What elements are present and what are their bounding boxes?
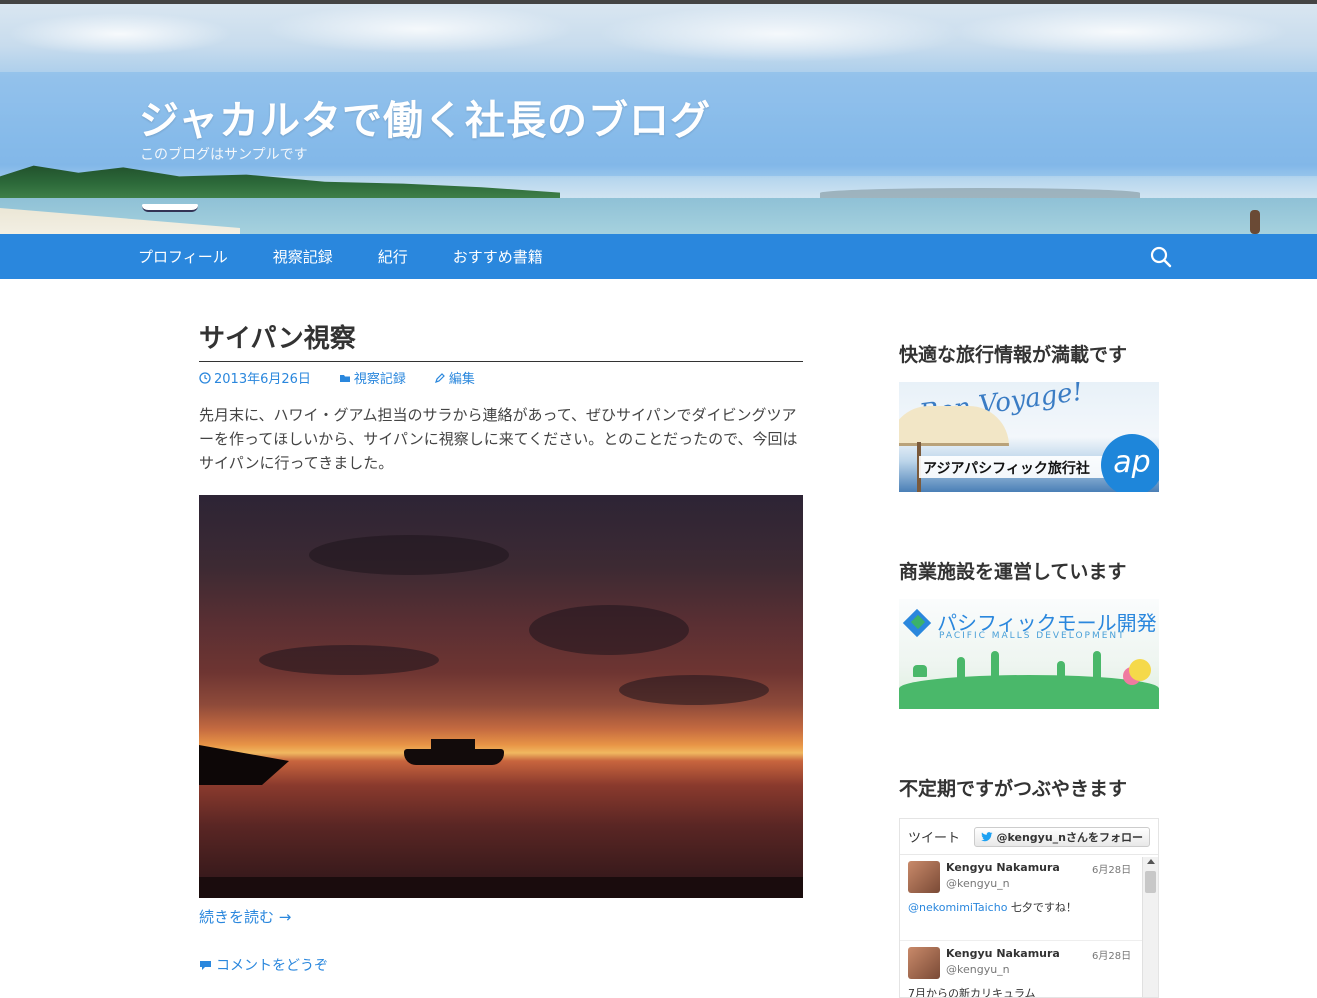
asia-pacific-travel-banner[interactable]: Bon Voyage! アジアパシフィック旅行社 ap <box>899 382 1159 492</box>
comment-icon <box>200 961 211 970</box>
person-figure <box>991 651 999 681</box>
banner-label: アジアパシフィック旅行社 <box>923 461 1090 477</box>
folder-icon <box>339 374 350 382</box>
pencil-icon <box>434 372 445 383</box>
scrollbar-thumb[interactable] <box>1145 871 1156 893</box>
avatar[interactable] <box>908 861 940 893</box>
widget-title-travel: 快適な旅行情報が満載です <box>899 344 1128 366</box>
tweet-mention-link[interactable]: @nekomimiTaicho <box>908 901 1007 914</box>
pacific-malls-banner[interactable]: パシフィックモール開発 PACIFIC MALLS DEVELOPMENT <box>899 599 1159 709</box>
search-icon[interactable] <box>1150 246 1172 268</box>
tweet-body: 七夕ですね！ <box>1007 901 1077 914</box>
tweet-author-handle[interactable]: @kengyu_n <box>946 877 1010 890</box>
pacific-malls-subtitle: PACIFIC MALLS DEVELOPMENT <box>939 631 1126 641</box>
ap-logo: ap <box>1101 434 1159 492</box>
widget-title-mall: 商業施設を運営しています <box>899 561 1127 583</box>
person-figure <box>1093 651 1101 681</box>
post-edit-text: 編集 <box>448 372 475 387</box>
flower-graphic <box>1129 659 1151 681</box>
post-date[interactable]: 2013年6月26日 <box>199 368 311 387</box>
post-category-text: 視察記録 <box>353 372 406 387</box>
post: サイパン視察 2013年6月26日 視察記録 編集 先月末に、ハワイ・グアム担当… <box>199 318 803 975</box>
post-title[interactable]: サイパン視察 <box>199 318 803 362</box>
nav-item-inspection[interactable]: 視察記録 <box>273 246 333 267</box>
nav-item-profile[interactable]: プロフィール <box>138 246 228 267</box>
post-date-text: 2013年6月26日 <box>214 372 311 387</box>
sunset-photo <box>199 495 803 898</box>
header-boat <box>142 204 198 212</box>
scroll-up-arrow-icon[interactable] <box>1147 859 1155 864</box>
follow-button[interactable]: @kengyu_nさんをフォロー <box>974 826 1150 847</box>
tweet-item[interactable]: Kengyu Nakamura @kengyu_n 6月28日 @nekomim… <box>900 855 1158 941</box>
widget-title-twitter: 不定期ですがつぶやきます <box>899 778 1128 800</box>
twitter-bird-icon <box>981 831 993 841</box>
header-clouds <box>0 4 1317 76</box>
read-more-link[interactable]: 続きを読む → <box>199 906 803 927</box>
tweet-item[interactable]: Kengyu Nakamura @kengyu_n 6月28日 7月からの新カリ… <box>900 941 1158 997</box>
tweet-date[interactable]: 6月28日 <box>1092 947 1131 962</box>
photo-boat-left <box>199 745 289 785</box>
main-navigation: プロフィール 視察記録 紀行 おすすめ書籍 <box>0 234 1317 279</box>
person-figure <box>957 657 965 681</box>
tweet-author-name[interactable]: Kengyu Nakamura <box>946 861 1060 874</box>
header-far-island <box>820 188 1140 198</box>
tweet-text: @nekomimiTaicho 七夕ですね！ <box>908 899 1077 915</box>
photo-shore <box>199 877 803 898</box>
tweet-author-handle[interactable]: @kengyu_n <box>946 963 1010 976</box>
person-figure <box>1057 661 1065 681</box>
comments-link-text: コメントをどうぞ <box>216 958 328 974</box>
green-hill <box>899 675 1159 709</box>
follow-button-label: @kengyu_nさんをフォロー <box>996 830 1143 844</box>
tweet-scrollbar[interactable] <box>1142 857 1158 997</box>
post-edit[interactable]: 編集 <box>434 368 475 387</box>
nav-item-books[interactable]: おすすめ書籍 <box>453 246 543 267</box>
header-swimmer <box>1250 210 1260 234</box>
post-excerpt: 先月末に、ハワイ・グアム担当のサラから連絡があって、ぜひサイパンでダイビングツア… <box>199 406 798 472</box>
tweet-date[interactable]: 6月28日 <box>1092 861 1131 876</box>
twitter-widget-title: ツイート <box>908 831 961 846</box>
twitter-widget-header: ツイート @kengyu_nさんをフォロー <box>900 819 1158 855</box>
sidebar: 快適な旅行情報が満載です Bon Voyage! アジアパシフィック旅行社 ap… <box>899 340 1159 998</box>
photo-boat-center <box>404 749 504 765</box>
post-meta: 2013年6月26日 視察記録 編集 <box>199 368 803 387</box>
dog-figure <box>913 665 927 677</box>
site-title[interactable]: ジャカルタで働く社長のブログ <box>139 88 711 146</box>
tweet-author-name[interactable]: Kengyu Nakamura <box>946 947 1060 960</box>
site-header: ジャカルタで働く社長のブログ このブログはサンプルです <box>0 4 1317 234</box>
clock-icon <box>199 371 211 384</box>
post-category[interactable]: 視察記録 <box>339 368 406 387</box>
avatar[interactable] <box>908 947 940 979</box>
site-description: このブログはサンプルです <box>140 147 308 163</box>
twitter-widget: ツイート @kengyu_nさんをフォロー Kengyu Nakamura @k… <box>899 818 1159 998</box>
comments-link[interactable]: コメントをどうぞ <box>199 955 803 975</box>
nav-item-travel[interactable]: 紀行 <box>378 246 408 267</box>
